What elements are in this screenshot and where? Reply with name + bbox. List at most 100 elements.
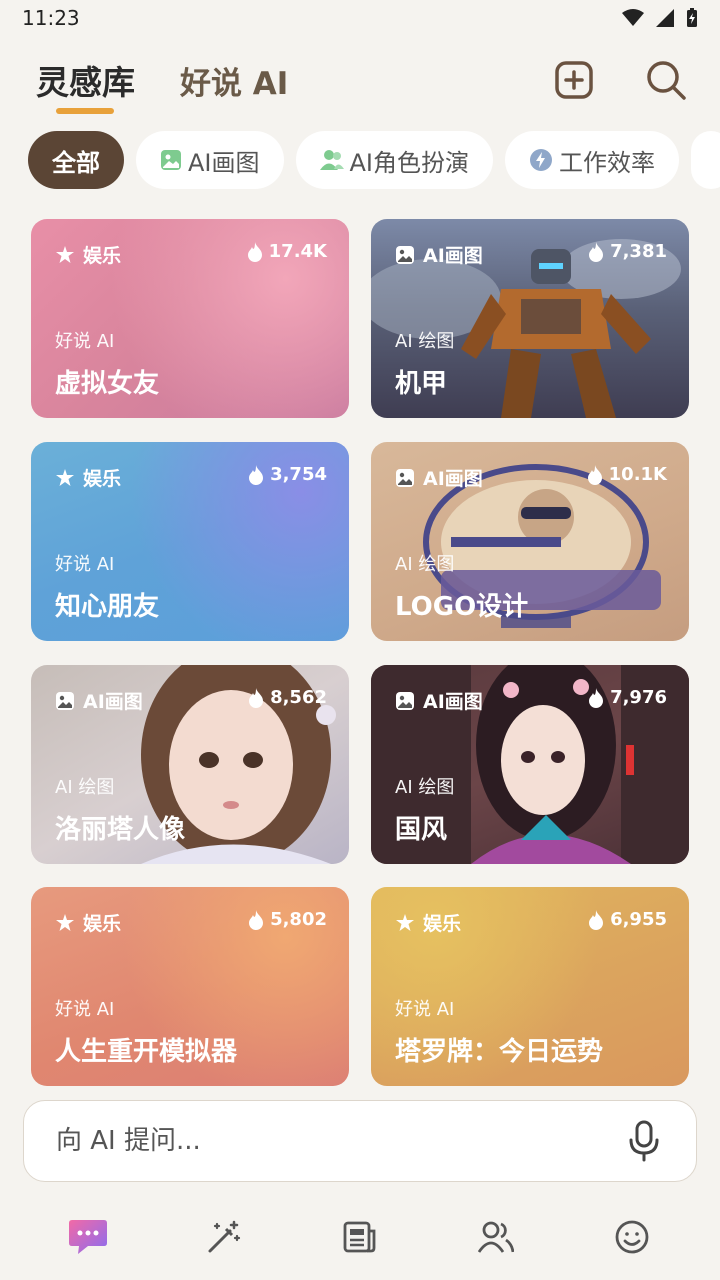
chip-label: AI画图 — [188, 148, 260, 177]
chip-more[interactable] — [691, 131, 720, 189]
card-tag: 娱乐 — [395, 909, 461, 936]
add-button[interactable] — [552, 58, 596, 102]
card-mecha[interactable]: AI画图 7,381 AI 绘图 机甲 — [371, 219, 689, 418]
card-tag: 娱乐 — [55, 241, 121, 268]
card-title: LOGO设计 — [395, 592, 529, 622]
card-heat-value: 5,802 — [270, 909, 327, 930]
card-title: 人生重开模拟器 — [55, 1037, 238, 1067]
card-tag-label: AI画图 — [423, 691, 483, 713]
card-lolita-portrait[interactable]: AI画图 8,562 AI 绘图 洛丽塔人像 — [31, 665, 349, 864]
card-life-restart-simulator[interactable]: 娱乐 5,802 好说 AI 人生重开模拟器 — [31, 887, 349, 1086]
card-heat: 6,955 — [588, 909, 667, 930]
card-subtitle: 好说 AI — [55, 331, 115, 352]
voice-button[interactable] — [624, 1119, 664, 1163]
card-virtual-girlfriend[interactable]: 娱乐 17.4K 好说 AI 虚拟女友 — [31, 219, 349, 418]
wifi-icon — [622, 9, 644, 26]
ask-ai-input[interactable] — [56, 1126, 624, 1156]
bottom-navigation — [0, 1194, 720, 1280]
category-chips: 全部 AI画图 AI角色扮演 工作效率 — [28, 131, 720, 191]
card-title: 塔罗牌：今日运势 — [395, 1037, 604, 1067]
status-time: 11:23 — [22, 6, 80, 30]
star-icon — [56, 468, 74, 486]
card-subtitle: 好说 AI — [55, 554, 115, 575]
card-heat-value: 7,381 — [610, 241, 667, 262]
card-tag: AI画图 — [395, 464, 483, 491]
flame-icon — [247, 241, 262, 262]
card-tag: AI画图 — [395, 241, 483, 268]
card-heat: 7,381 — [588, 241, 667, 262]
nav-profile[interactable] — [596, 1201, 668, 1273]
card-heat: 10.1K — [587, 464, 667, 485]
tab-haoshuo-ai[interactable]: 好说 AI — [180, 58, 288, 103]
chip-label: 工作效率 — [559, 148, 655, 177]
chip-all[interactable]: 全部 — [28, 131, 124, 189]
card-heat: 8,562 — [248, 687, 327, 708]
image-icon — [396, 468, 414, 487]
smile-icon — [615, 1220, 649, 1254]
star-icon — [56, 913, 74, 931]
ask-ai-bar — [23, 1100, 697, 1182]
flame-icon — [589, 241, 604, 262]
card-tag-label: AI画图 — [423, 468, 483, 490]
card-subtitle: AI 绘图 — [395, 554, 455, 575]
chip-productivity[interactable]: 工作效率 — [505, 131, 679, 189]
card-title: 国风 — [395, 815, 448, 845]
news-icon — [343, 1221, 376, 1253]
card-subtitle: AI 绘图 — [55, 777, 115, 798]
search-button[interactable] — [644, 58, 688, 102]
card-tag: 娱乐 — [55, 909, 121, 936]
card-heat: 7,976 — [588, 687, 667, 708]
card-guofeng[interactable]: AI画图 7,976 AI 绘图 国风 — [371, 665, 689, 864]
card-title: 虚拟女友 — [55, 369, 160, 399]
card-subtitle: 好说 AI — [55, 999, 115, 1020]
card-heat: 3,754 — [248, 464, 327, 485]
card-tag-label: 娱乐 — [423, 913, 462, 935]
card-heat-value: 10.1K — [608, 464, 667, 485]
card-tag: AI画图 — [395, 687, 483, 714]
card-heat-value: 6,955 — [610, 909, 667, 930]
flame-icon — [589, 909, 604, 930]
flame-icon — [589, 687, 604, 708]
card-tag-label: 娱乐 — [83, 468, 122, 490]
card-tag-label: AI画图 — [83, 691, 143, 713]
card-tag-label: AI画图 — [423, 245, 483, 267]
magic-wand-icon — [208, 1220, 241, 1253]
chat-icon — [69, 1220, 107, 1254]
signal-icon — [656, 9, 674, 27]
flame-icon — [249, 687, 264, 708]
status-icons — [622, 8, 698, 28]
card-tarot-daily-fortune[interactable]: 娱乐 6,955 好说 AI 塔罗牌：今日运势 — [371, 887, 689, 1086]
search-icon — [647, 61, 686, 100]
card-title: 洛丽塔人像 — [55, 815, 186, 845]
battery-icon — [687, 8, 697, 27]
card-tag-label: 娱乐 — [83, 245, 122, 267]
header: 灵感库 好说 AI — [0, 46, 720, 126]
tab-inspiration[interactable]: 灵感库 — [36, 56, 135, 104]
card-heat-value: 7,976 — [610, 687, 667, 708]
chip-label: 全部 — [52, 148, 100, 177]
flame-icon — [587, 464, 602, 485]
card-logo-design[interactable]: AI画图 10.1K AI 绘图 LOGO设计 — [371, 442, 689, 641]
card-heat-value: 8,562 — [270, 687, 327, 708]
plus-square-icon — [555, 61, 593, 99]
star-icon — [56, 245, 74, 263]
users-icon — [478, 1221, 514, 1253]
nav-news[interactable] — [324, 1201, 396, 1273]
card-tag: AI画图 — [55, 687, 143, 714]
card-confidant-friend[interactable]: 娱乐 3,754 好说 AI 知心朋友 — [31, 442, 349, 641]
chip-ai-roleplay[interactable]: AI角色扮演 — [295, 131, 493, 189]
flame-icon — [249, 909, 264, 930]
people-icon — [319, 150, 344, 170]
nav-community[interactable] — [460, 1201, 532, 1273]
tab-active-indicator — [56, 108, 114, 114]
nav-create[interactable] — [188, 1201, 260, 1273]
nav-chat[interactable] — [52, 1201, 124, 1273]
image-icon — [396, 245, 414, 264]
card-heat-value: 3,754 — [270, 464, 327, 485]
star-icon — [396, 913, 414, 931]
card-heat: 17.4K — [247, 241, 327, 262]
status-bar: 11:23 — [0, 0, 720, 36]
chip-ai-drawing[interactable]: AI画图 — [136, 131, 284, 189]
bolt-icon — [530, 149, 552, 171]
card-heat: 5,802 — [248, 909, 327, 930]
